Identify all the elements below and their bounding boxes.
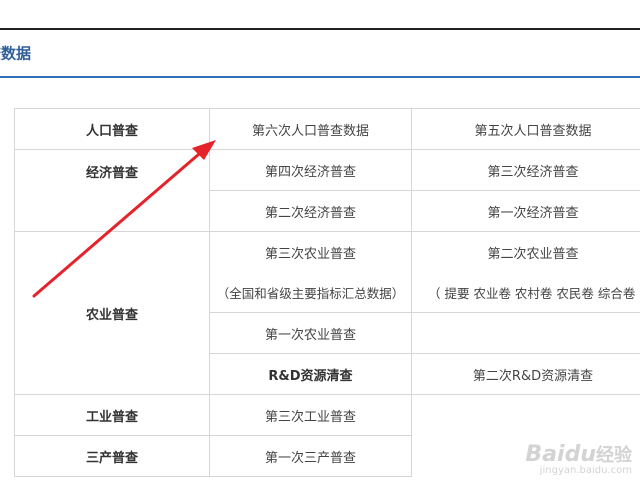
link-first-agriculture-census[interactable]: 第一次农业普查	[209, 312, 412, 354]
link-first-economic-census[interactable]: 第一次经济普查	[411, 190, 640, 232]
link-second-agriculture-census[interactable]: 第二次农业普查	[411, 231, 640, 272]
link-third-agriculture-census[interactable]: 第三次农业普查	[209, 231, 412, 272]
link-first-tertiary-census[interactable]: 第一次三产普查	[209, 435, 412, 477]
second-agriculture-volumes[interactable]: （ 提要 农业卷 农村卷 农民卷 综合卷	[411, 272, 640, 313]
watermark-logo-zh: 经验	[596, 445, 632, 466]
link-sixth-population-census[interactable]: 第六次人口普查数据	[209, 108, 412, 150]
table-row: 农业普查 第三次农业普查 第二次农业普查	[14, 231, 640, 395]
section-header: 查数据	[0, 30, 640, 78]
link-third-industry-census[interactable]: 第三次工业普查	[209, 394, 412, 436]
baidu-jingyan-watermark: Baidu经验 jingyan.baidu.com	[525, 441, 632, 476]
watermark-logo-text: Baidu	[525, 442, 596, 467]
top-bar	[0, 0, 640, 30]
table-row: 工业普查 第三次工业普查	[14, 394, 640, 436]
table-row: 经济普查 第四次经济普查 第三次经济普查	[14, 149, 640, 232]
empty-cell	[411, 312, 640, 354]
link-fifth-population-census[interactable]: 第五次人口普查数据	[411, 108, 640, 150]
third-agriculture-note: （全国和省级主要指标汇总数据）	[209, 272, 412, 313]
category-industry: 工业普查	[14, 394, 210, 436]
link-second-rd-census[interactable]: 第二次R&D资源清查	[411, 353, 640, 395]
link-second-economic-census[interactable]: 第二次经济普查	[209, 190, 412, 232]
category-population: 人口普查	[14, 108, 210, 150]
link-third-economic-census[interactable]: 第三次经济普查	[411, 149, 640, 191]
watermark-url: jingyan.baidu.com	[539, 465, 632, 476]
link-fourth-economic-census[interactable]: 第四次经济普查	[209, 149, 412, 191]
category-agriculture: 农业普查	[14, 231, 210, 395]
census-table: 人口普查 第六次人口普查数据 第五次人口普查数据 经济普查 第四次经济普查 第三…	[14, 108, 640, 477]
category-tertiary: 三产普查	[14, 435, 210, 477]
category-economic: 经济普查	[14, 149, 210, 232]
watermark-logo: Baidu经验	[525, 441, 632, 467]
section-title: 查数据	[0, 44, 32, 63]
table-row: 人口普查 第六次人口普查数据 第五次人口普查数据	[14, 108, 640, 150]
category-rd: R&D资源清查	[209, 353, 412, 395]
